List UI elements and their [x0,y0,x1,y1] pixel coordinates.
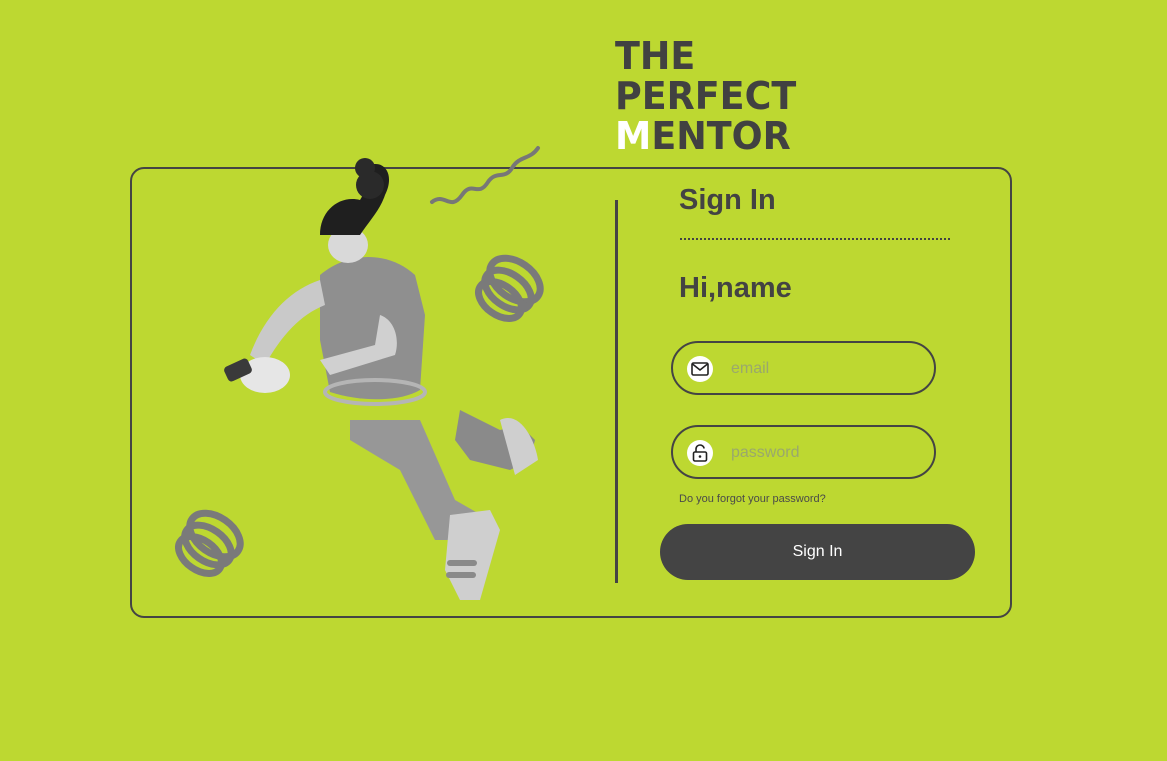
logo-line-3: MENTOR [615,116,796,156]
brand-logo: THE PERFECT MENTOR [615,36,796,156]
logo-accent-letter: M [615,114,652,158]
title-dotted-rule [680,238,950,240]
person-shoe [445,510,500,600]
vertical-divider [615,200,618,583]
sign-in-button[interactable]: Sign In [660,524,975,580]
logo-line-1: THE [615,34,696,78]
password-field[interactable] [671,425,936,479]
email-input[interactable] [729,353,923,385]
forgot-password-link[interactable]: Do you forgot your password? [679,493,826,505]
person-illustration [175,146,544,600]
logo-line-3-rest: ENTOR [651,114,791,158]
password-input[interactable] [729,437,923,469]
spring-decoration-left [175,509,244,577]
logo-line-2: PERFECT [615,74,797,118]
page-title: Sign In [679,184,776,216]
squiggle-decoration [430,146,540,205]
person-arm-left [250,280,325,365]
person-torso [320,256,425,400]
email-field[interactable] [671,341,936,395]
spring-decoration-right [475,254,544,322]
envelope-icon [687,356,713,382]
greeting-text: Hi,name [679,272,792,304]
unlock-icon [687,440,713,466]
